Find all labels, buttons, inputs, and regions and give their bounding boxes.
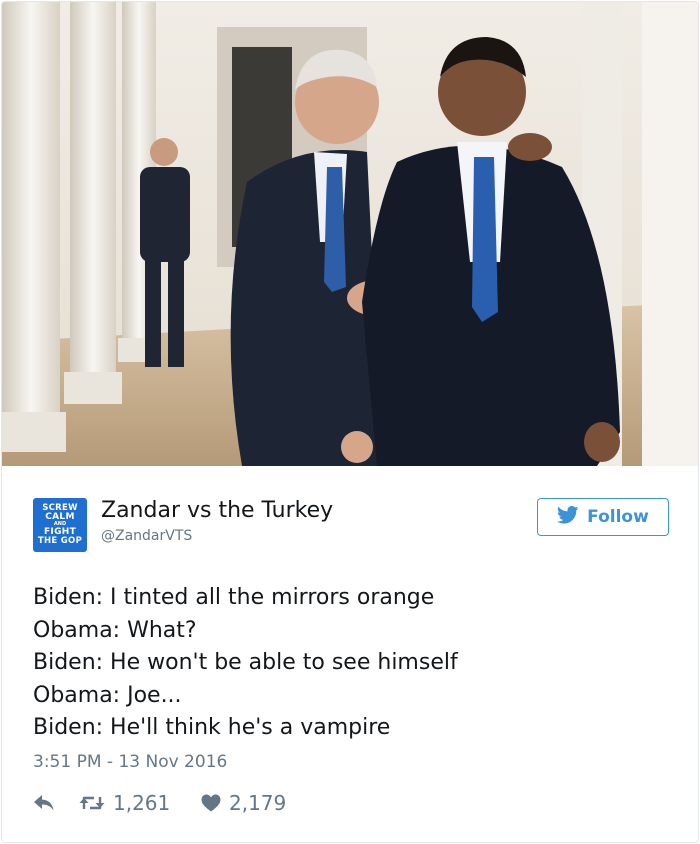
reply-icon xyxy=(33,794,55,812)
retweet-icon xyxy=(79,794,105,812)
follow-button-label: Follow xyxy=(587,507,649,527)
tweet-line: Obama: Joe... xyxy=(33,682,182,708)
tweet-header: SCREW CALM AND FIGHT THE GOP Zandar vs t… xyxy=(33,496,673,556)
user-handle[interactable]: @ZandarVTS xyxy=(101,528,192,544)
retweet-button[interactable]: 1,261 xyxy=(79,788,170,818)
tweet-line: Biden: He won't be able to see himself xyxy=(33,650,458,675)
heart-icon xyxy=(201,794,221,812)
tweet-line: Obama: What? xyxy=(33,617,197,643)
reply-button[interactable] xyxy=(33,788,55,818)
tweet-line: Biden: I tinted all the mirrors orange xyxy=(33,585,435,610)
tweet-line: Biden: He'll think he's a vampire xyxy=(33,715,391,740)
tweet-timestamp[interactable]: 3:51 PM - 13 Nov 2016 xyxy=(33,752,227,772)
like-button[interactable]: 2,179 xyxy=(201,788,286,818)
avatar-text-line: THE GOP xyxy=(37,536,83,547)
user-display-name[interactable]: Zandar vs the Turkey xyxy=(101,498,333,523)
follow-button[interactable]: Follow xyxy=(537,498,669,536)
tweet-actions: 1,261 2,179 xyxy=(33,788,433,818)
retweet-count: 1,261 xyxy=(113,791,171,815)
tweet-card: SCREW CALM AND FIGHT THE GOP Zandar vs t… xyxy=(1,1,699,843)
avatar[interactable]: SCREW CALM AND FIGHT THE GOP xyxy=(33,498,87,552)
tweet-photo[interactable] xyxy=(2,2,698,466)
like-count: 2,179 xyxy=(229,791,287,815)
tweet-text: Biden: I tinted all the mirrors orange O… xyxy=(33,582,673,745)
twitter-bird-icon xyxy=(557,505,579,529)
